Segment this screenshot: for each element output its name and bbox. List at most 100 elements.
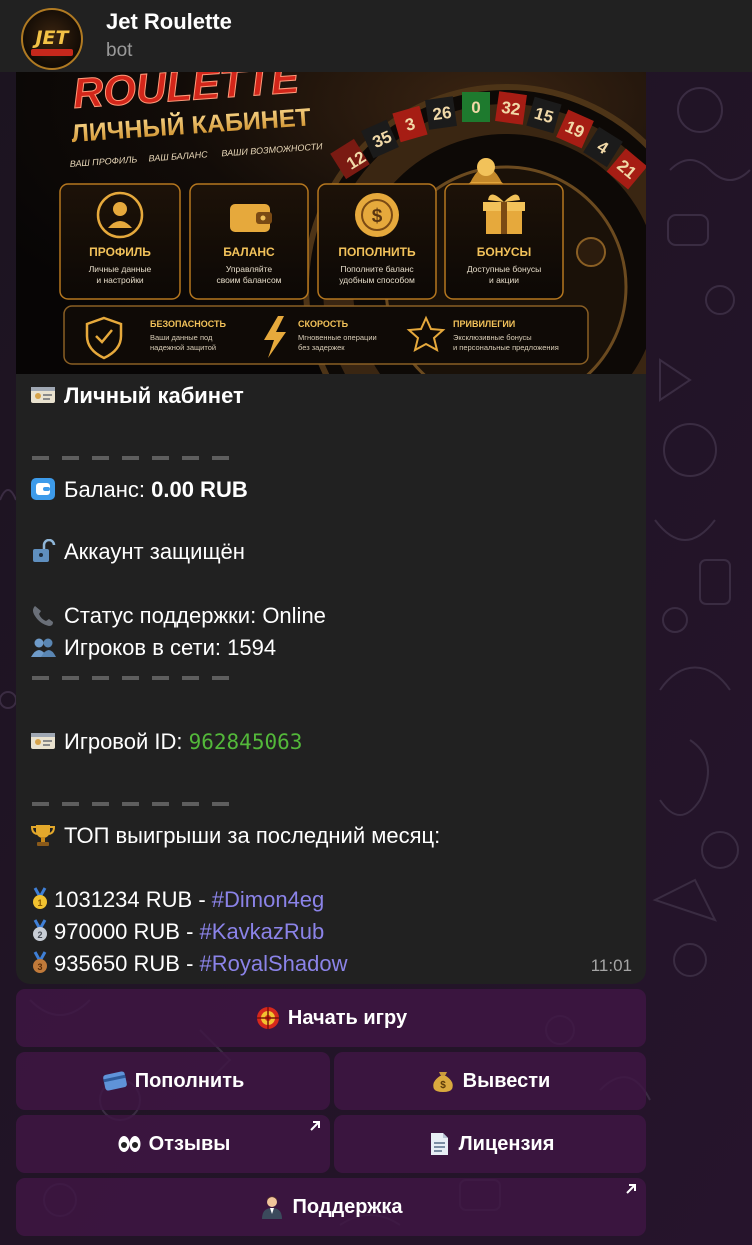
money-bag-icon: $	[432, 1072, 453, 1092]
card-title: БАЛАНС	[223, 245, 275, 259]
support-label: Поддержка	[292, 1195, 403, 1218]
id-card-icon	[31, 387, 55, 403]
gold-medal-icon: 1	[33, 887, 47, 909]
banner-card-deposit[interactable]: $ ПОПОЛНИТЬ Пополните баланс удобным спо…	[317, 183, 437, 300]
eyes-icon	[118, 1136, 141, 1152]
svg-text:1: 1	[37, 898, 42, 908]
svg-text:3: 3	[37, 962, 42, 972]
wheel-number: 26	[431, 103, 452, 124]
account-status: Аккаунт защищён	[64, 539, 245, 564]
win-amount: 935650 RUB -	[54, 951, 200, 976]
external-link-arrow-icon	[310, 1121, 320, 1131]
message-bubble: 12 35 3 26 0 32 15 19 4 21 ROULETTE ЛИЧН…	[16, 72, 646, 984]
chat-title: Jet Roulette	[106, 9, 232, 34]
chat-header[interactable]: JET Jet Roulette bot	[0, 0, 752, 72]
card-title: ПРОФИЛЬ	[89, 245, 151, 259]
feature-desc: Эксклюзивные бонусы	[453, 333, 532, 342]
hashtag-link[interactable]: #Dimon4eg	[212, 887, 325, 912]
top-win-row: 3 935650 RUB - #RoyalShadow	[28, 948, 348, 980]
players-online: Игроков в сети: 1594	[64, 635, 277, 660]
external-link-arrow-icon	[626, 1184, 636, 1194]
feature-desc: без задержек	[298, 343, 345, 352]
hashtag-link[interactable]: #KavkazRub	[200, 919, 325, 944]
feature-title: БЕЗОПАСНОСТЬ	[150, 319, 227, 329]
banner-card-bonuses[interactable]: БОНУСЫ Доступные бонусы и акции	[444, 183, 564, 300]
win-amount: 970000 RUB -	[54, 919, 200, 944]
balance-label: Баланс:	[64, 477, 152, 502]
bot-avatar[interactable]: JET	[21, 8, 83, 70]
feature-desc: надежной защитой	[150, 343, 216, 352]
deposit-button[interactable]: Пополнить	[16, 1052, 330, 1110]
message-title: Личный кабинет	[64, 383, 244, 408]
office-worker-icon	[262, 1196, 283, 1219]
game-id-label: Игровой ID:	[64, 729, 189, 754]
wheel-number: 32	[500, 98, 521, 119]
banner-image[interactable]: 12 35 3 26 0 32 15 19 4 21 ROULETTE ЛИЧН…	[16, 72, 646, 374]
card-title: ПОПОЛНИТЬ	[338, 245, 416, 259]
card-desc: удобным способом	[339, 275, 415, 285]
card-desc: Личные данные	[89, 264, 152, 274]
card-desc: Управляйте	[226, 264, 273, 274]
roulette-wheel-icon	[256, 1007, 279, 1029]
svg-text:2: 2	[37, 930, 42, 940]
feature-desc: и персональные предложения	[453, 343, 559, 352]
account-status-line: Аккаунт защищён	[30, 536, 245, 568]
deposit-label: Пополнить	[134, 1069, 245, 1092]
trophy-icon	[30, 825, 56, 846]
banner-card-profile[interactable]: ПРОФИЛЬ Личные данные и настройки	[59, 183, 181, 300]
reviews-label: Отзывы	[148, 1132, 231, 1155]
message-time: 11:01	[590, 956, 632, 975]
game-id-value[interactable]: 962845063	[189, 730, 303, 754]
start-game-label: Начать игру	[287, 1006, 408, 1029]
card-desc: и акции	[489, 275, 519, 285]
avatar-logo-band	[31, 49, 73, 56]
license-label: Лицензия	[458, 1132, 555, 1155]
separator	[32, 802, 242, 806]
telephone-receiver-icon	[33, 606, 53, 626]
support-status-line: Статус поддержки: Online	[30, 600, 326, 632]
card-desc: и настройки	[96, 275, 144, 285]
card-title: БОНУСЫ	[477, 245, 532, 259]
balance-value: 0.00 RUB	[151, 477, 248, 502]
coin-icon: $	[355, 193, 399, 237]
card-desc: Доступные бонусы	[467, 264, 541, 274]
win-amount: 1031234 RUB -	[54, 887, 212, 912]
feature-title: СКОРОСТЬ	[298, 319, 349, 329]
license-button[interactable]: Лицензия	[334, 1115, 646, 1173]
svg-text:$: $	[372, 206, 383, 227]
credit-card-icon	[102, 1071, 127, 1091]
reviews-button[interactable]: Отзывы	[16, 1115, 330, 1173]
withdraw-button[interactable]: $ Вывести	[334, 1052, 646, 1110]
withdraw-label: Вывести	[462, 1069, 551, 1092]
separator	[32, 676, 242, 680]
card-desc: Пополните баланс	[340, 264, 414, 274]
support-status: Статус поддержки: Online	[64, 603, 326, 628]
wallet-icon	[230, 204, 272, 232]
top-wins-title-line: ТОП выигрыши за последний месяц:	[30, 820, 440, 852]
feature-desc: Ваши данные под	[150, 333, 213, 342]
bronze-medal-icon: 3	[33, 951, 47, 973]
players-online-line: Игроков в сети: 1594	[30, 632, 276, 664]
top-wins-title: ТОП выигрыши за последний месяц:	[64, 823, 441, 848]
busts-icon	[31, 638, 56, 657]
avatar-logo-text: JET	[35, 27, 69, 49]
document-icon	[430, 1133, 448, 1155]
balance-line: Баланс: 0.00 RUB	[30, 474, 248, 506]
feature-title: ПРИВИЛЕГИИ	[453, 319, 515, 329]
id-card-icon	[31, 733, 55, 749]
top-win-row: 2 970000 RUB - #KavkazRub	[28, 916, 324, 948]
hashtag-link[interactable]: #RoyalShadow	[200, 951, 348, 976]
feature-desc: Мгновенные операции	[298, 333, 377, 342]
card-desc: своим балансом	[216, 275, 281, 285]
unlocked-padlock-icon	[33, 539, 56, 562]
wheel-number: 0	[471, 98, 480, 117]
wallet-icon	[31, 478, 55, 500]
title-line: Личный кабинет	[30, 380, 244, 412]
top-win-row: 1 1031234 RUB - #Dimon4eg	[28, 884, 324, 916]
banner-card-balance[interactable]: БАЛАНС Управляйте своим балансом	[189, 183, 309, 300]
silver-medal-icon: 2	[33, 919, 47, 941]
support-button[interactable]: Поддержка	[16, 1178, 646, 1236]
start-game-button[interactable]: Начать игру	[16, 989, 646, 1047]
game-id-line: Игровой ID: 962845063	[30, 726, 302, 758]
svg-text:$: $	[440, 1080, 446, 1091]
